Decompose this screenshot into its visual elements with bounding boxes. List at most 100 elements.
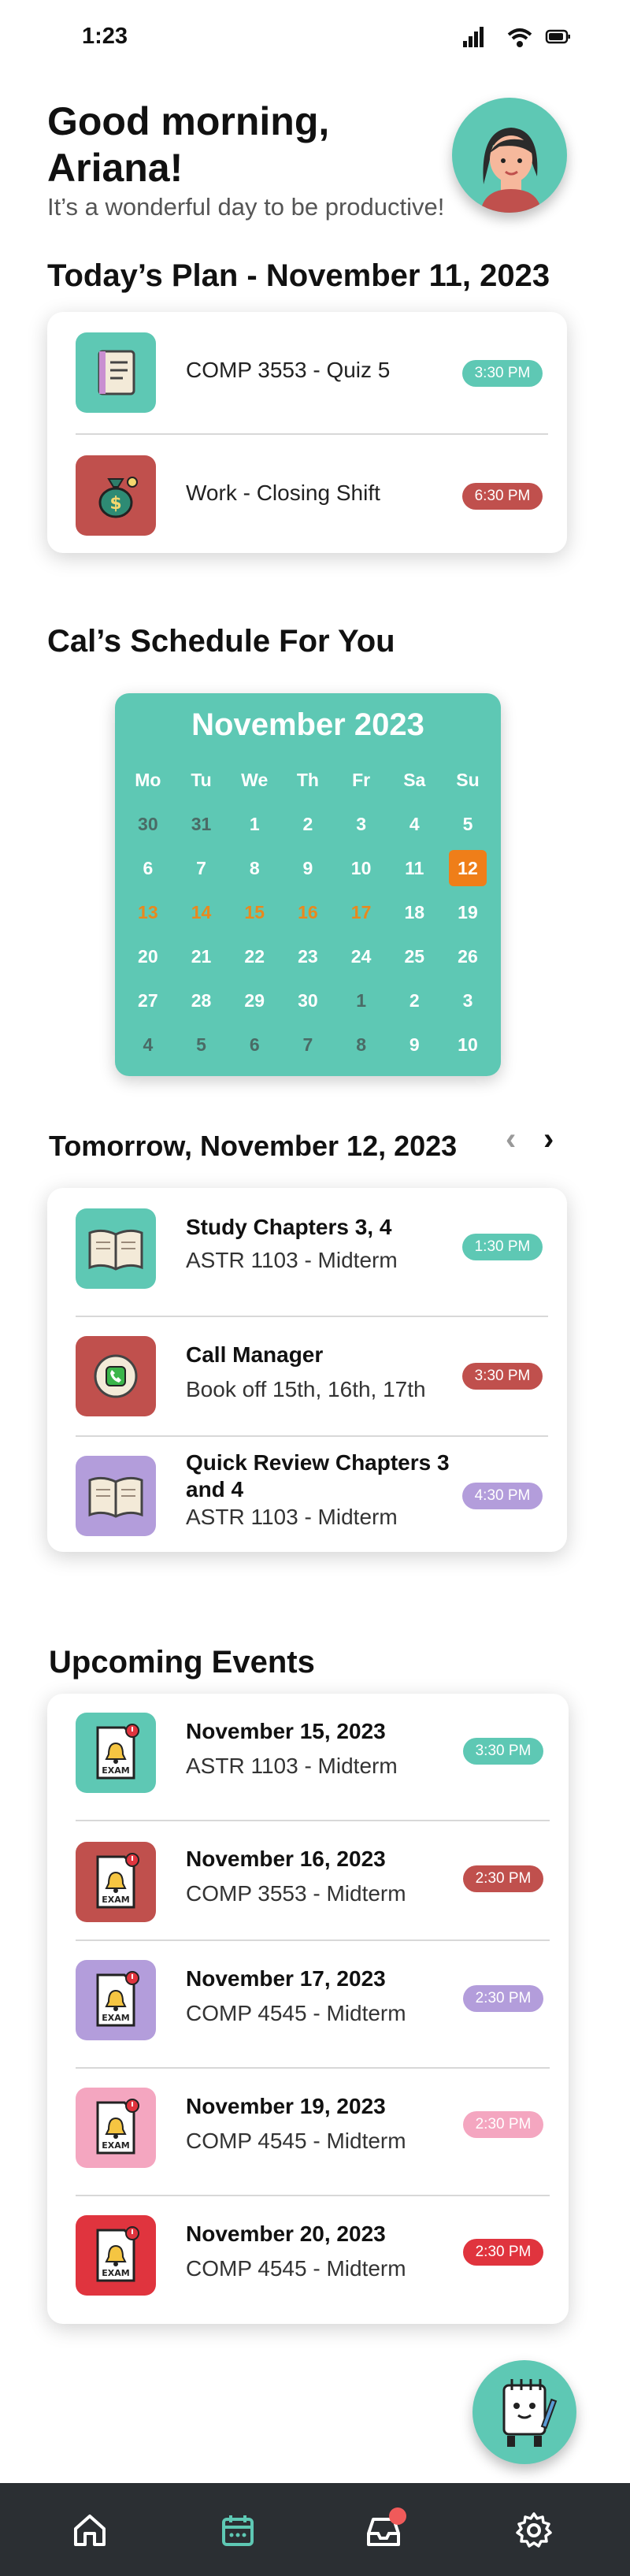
calendar-day[interactable]: 7 [175, 858, 228, 879]
svg-text:$: $ [109, 494, 121, 514]
calendar-day[interactable]: 5 [175, 1034, 228, 1056]
calendar-day[interactable]: 21 [175, 946, 228, 967]
calendar-day[interactable]: 16 [281, 902, 335, 923]
event-subtitle: ASTR 1103 - Midterm [186, 1754, 398, 1778]
event-date: November 16, 2023 [186, 1847, 386, 1871]
upcoming-heading: Upcoming Events [49, 1645, 315, 1680]
inbox-icon[interactable] [362, 2507, 410, 2554]
calendar-grid: Mo Tu We Th Fr Sa Su 30 31 1 2 3 4 5 6 7 8 9 10 11 12 13 14 15 1… [121, 758, 495, 1067]
event-subtitle: COMP 4545 - Midterm [186, 2001, 406, 2025]
plan-item-label: COMP 3553 - Quiz 5 [186, 358, 391, 382]
calendar-day[interactable]: 8 [228, 858, 281, 879]
calendar-day[interactable]: 2 [281, 814, 335, 835]
calendar-day[interactable]: 26 [441, 946, 495, 967]
calendar-day[interactable]: 23 [281, 946, 335, 967]
exam-icon: EXAM [76, 1842, 156, 1922]
time-badge: 1:30 PM [462, 1234, 543, 1260]
calendar-day[interactable]: 19 [441, 902, 495, 923]
calendar-day[interactable]: 4 [387, 814, 441, 835]
calendar-week-row: 6 7 8 9 10 11 12 [121, 846, 495, 890]
event-subtitle: COMP 4545 - Midterm [186, 2256, 406, 2281]
chevron-right-icon[interactable]: › [543, 1122, 554, 1157]
exam-icon: EXAM [76, 1960, 156, 2040]
home-icon[interactable] [66, 2507, 113, 2554]
assistant-button[interactable] [472, 2360, 576, 2464]
svg-text:EXAM: EXAM [102, 2140, 129, 2151]
notification-badge [389, 2507, 406, 2525]
status-icons [463, 25, 573, 49]
signal-icon [463, 27, 484, 47]
calendar-day[interactable]: 22 [228, 946, 281, 967]
calendar-day[interactable]: 6 [121, 858, 175, 879]
avatar[interactable] [452, 98, 567, 213]
time-badge: 3:30 PM [462, 360, 543, 387]
calendar-day[interactable]: 24 [335, 946, 388, 967]
calendar-day[interactable]: 17 [335, 902, 388, 923]
task-title: Call Manager [186, 1342, 324, 1367]
calendar-day[interactable]: 10 [441, 1034, 495, 1056]
calendar-day[interactable]: 1 [228, 814, 281, 835]
calendar-day[interactable]: 13 [121, 902, 175, 923]
calendar-weekday: Tu [191, 769, 212, 790]
divider [76, 2195, 550, 2196]
calendar-day[interactable]: 30 [121, 814, 175, 835]
svg-text:EXAM: EXAM [102, 2013, 129, 2023]
calendar-day[interactable]: 10 [335, 858, 388, 879]
calendar-day[interactable]: 20 [121, 946, 175, 967]
status-time: 1:23 [82, 24, 128, 49]
task-subtitle: ASTR 1103 - Midterm [186, 1505, 398, 1529]
calendar-icon[interactable] [214, 2507, 261, 2554]
calendar-day-today[interactable]: 12 [441, 850, 495, 886]
today-heading: Today’s Plan - November 11, 2023 [47, 258, 550, 293]
exam-icon: EXAM [76, 1713, 156, 1793]
calendar-day[interactable]: 6 [228, 1034, 281, 1056]
calendar-day[interactable]: 2 [387, 990, 441, 1011]
plan-item-label: Work - Closing Shift [186, 481, 380, 505]
task-title: Study Chapters 3, 4 [186, 1215, 392, 1239]
calendar-day[interactable]: 5 [441, 814, 495, 835]
calendar-day[interactable]: 7 [281, 1034, 335, 1056]
calendar-weekday-row: Mo Tu We Th Fr Sa Su [121, 758, 495, 802]
calendar-day[interactable]: 3 [335, 814, 388, 835]
calendar-day[interactable]: 30 [281, 990, 335, 1011]
event-date: November 19, 2023 [186, 2094, 386, 2118]
calendar-day[interactable]: 8 [335, 1034, 388, 1056]
calendar-weekday: Mo [135, 769, 161, 790]
calendar-day[interactable]: 29 [228, 990, 281, 1011]
tomorrow-heading: Tomorrow, November 12, 2023 [49, 1130, 458, 1162]
time-badge: 3:30 PM [462, 1363, 543, 1390]
settings-icon[interactable] [510, 2507, 558, 2554]
calendar-day[interactable]: 9 [281, 858, 335, 879]
calendar-weekday: Su [456, 769, 480, 790]
calendar-day[interactable]: 9 [387, 1034, 441, 1056]
calendar-day[interactable]: 27 [121, 990, 175, 1011]
calendar-week-row: 13 14 15 16 17 18 19 [121, 890, 495, 934]
calendar-day[interactable]: 31 [175, 814, 228, 835]
exam-icon: EXAM [76, 2088, 156, 2168]
calendar-day[interactable]: 1 [335, 990, 388, 1011]
calendar-month: November 2023 [191, 707, 424, 742]
time-badge: 2:30 PM [463, 2111, 543, 2138]
today-card: COMP 3553 - Quiz 5 3:30 PM $ Work - Clos… [47, 312, 567, 553]
calendar: November 2023 Mo Tu We Th Fr Sa Su 30 31 1 2 3 4 5 6 7 8… [115, 693, 501, 1076]
calendar-day[interactable]: 25 [387, 946, 441, 967]
calendar-day[interactable]: 15 [228, 902, 281, 923]
time-badge: 3:30 PM [463, 1738, 543, 1765]
calendar-day[interactable]: 28 [175, 990, 228, 1011]
calendar-day[interactable]: 18 [387, 902, 441, 923]
event-date: November 15, 2023 [186, 1719, 386, 1743]
svg-text:EXAM: EXAM [102, 1895, 129, 1905]
calendar-day[interactable]: 11 [387, 858, 441, 879]
greeting-title: Good morning, Ariana! [47, 99, 330, 190]
calendar-day[interactable]: 14 [175, 902, 228, 923]
svg-text:EXAM: EXAM [102, 2268, 129, 2278]
divider [76, 1939, 550, 1941]
phone-icon [76, 1336, 156, 1416]
wifi-icon [507, 28, 532, 47]
greeting-subtitle: It’s a wonderful day to be productive! [47, 193, 445, 221]
calendar-week-row: 4 5 6 7 8 9 10 [121, 1023, 495, 1067]
calendar-day[interactable]: 3 [441, 990, 495, 1011]
calendar-day[interactable]: 4 [121, 1034, 175, 1056]
chevron-left-icon[interactable]: ‹ [506, 1122, 516, 1157]
event-date: November 20, 2023 [186, 2222, 386, 2246]
